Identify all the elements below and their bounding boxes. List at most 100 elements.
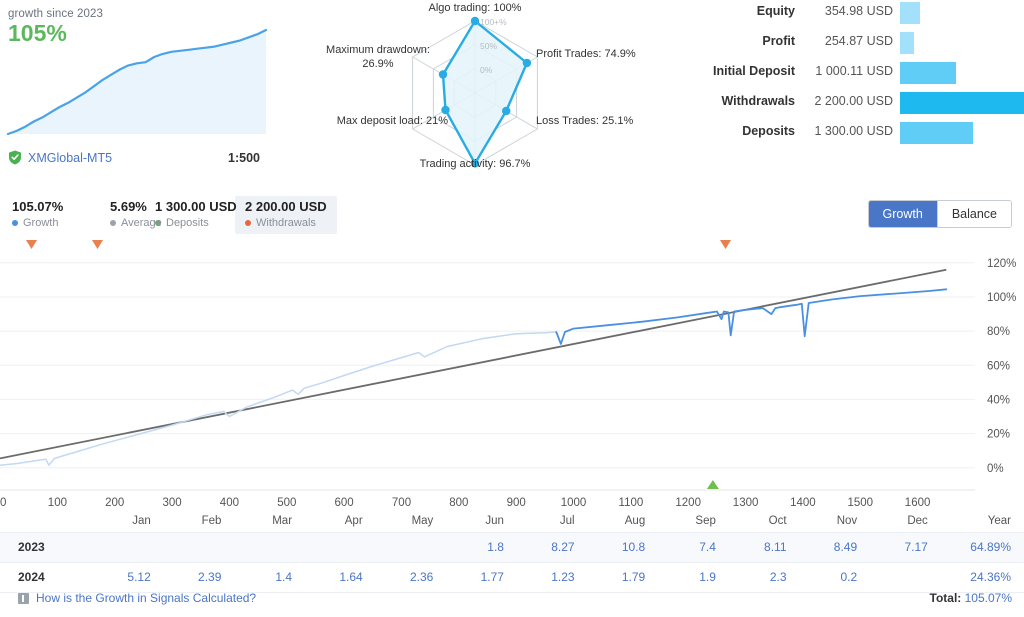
leverage-value: 1:500 — [228, 151, 260, 165]
table-cell-month — [231, 532, 302, 562]
legend-color-dot — [110, 220, 116, 226]
broker-row: XMGlobal-MT5 1:500 — [0, 150, 272, 172]
table-cell-month: 7.4 — [699, 540, 716, 554]
table-header-cell: Mar — [272, 514, 293, 527]
svg-text:80%: 80% — [987, 326, 1010, 338]
svg-text:100: 100 — [48, 497, 67, 509]
table-header-cell: Dec — [907, 514, 928, 527]
legend-name: Average — [110, 217, 162, 229]
svg-text:400: 400 — [220, 497, 239, 509]
radar-label-profit-trades: Profit Trades: 74.9% — [536, 48, 636, 60]
stat-bar-track — [900, 122, 1024, 144]
svg-text:200: 200 — [105, 497, 124, 509]
stat-bar-track — [900, 92, 1024, 114]
summary-top-row: growth since 2023 105% XMGlobal-MT5 1:50… — [0, 0, 1024, 186]
stat-row: Profit 254.87 USD — [700, 32, 1024, 54]
table-cell-month: 7.17 — [904, 540, 928, 554]
tab-growth[interactable]: Growth — [868, 201, 937, 227]
legend-value: 5.69% — [110, 199, 147, 214]
broker-name: XMGlobal-MT5 — [28, 150, 113, 165]
account-stats-bars: Equity 354.98 USD Profit 254.87 USD Initial … — [700, 2, 1024, 168]
table-cell-month: 1.8 — [487, 540, 504, 554]
stat-row: Deposits 1 300.00 USD — [700, 122, 1024, 144]
table-header-cell: Oct — [768, 514, 787, 527]
monthly-growth-table: Jan Feb Mar Apr May Jun Jul Aug Sep Oct Nov Dec Year… — [0, 510, 1024, 593]
table-header-cell: Year — [987, 514, 1011, 527]
svg-text:60%: 60% — [987, 360, 1010, 372]
stat-value: 1 000.11 USD — [815, 64, 893, 78]
legend-series-label: Average — [121, 217, 162, 229]
stat-label: Withdrawals — [721, 94, 795, 108]
svg-text:1200: 1200 — [675, 497, 701, 509]
legend-series-label: Deposits — [166, 217, 209, 229]
svg-text:600: 600 — [335, 497, 354, 509]
svg-text:500: 500 — [277, 497, 296, 509]
stat-label: Initial Deposit — [713, 64, 795, 78]
table-cell-month — [90, 532, 161, 562]
table-header-cell: Jan — [132, 514, 151, 527]
legend-item-withdrawals[interactable]: 2 200.00 USD Withdrawals — [235, 196, 337, 234]
legend-series-label: Growth — [23, 217, 59, 229]
verified-shield-icon — [8, 150, 22, 165]
legend-name: Growth — [12, 217, 63, 229]
growth-line-chart[interactable]: 0% 20% 40% 60% 80% 100% 120% 0 100 200 300 400 500 60… — [0, 238, 1024, 510]
help-link-label: How is the Growth in Signals Calculated? — [36, 591, 257, 605]
signal-statistics-page: growth since 2023 105% XMGlobal-MT5 1:50… — [0, 0, 1024, 617]
radar-label-loss-trades: Loss Trades: 25.1% — [536, 115, 634, 127]
stat-label: Profit — [762, 34, 795, 48]
stat-bar-track — [900, 2, 1024, 24]
stat-bar-fill — [900, 122, 974, 144]
table-header-cell: Nov — [836, 514, 858, 527]
stat-row: Equity 354.98 USD — [700, 2, 1024, 24]
chart-legend-row: 2 200.00 USD Withdrawals 1 300.00 USD Depos… — [0, 196, 1024, 236]
stat-bar-track — [900, 32, 1024, 54]
stat-row: Withdrawals 2 200.00 USD — [700, 92, 1024, 114]
stat-value: 254.87 USD — [824, 34, 893, 48]
chart-mode-toggle[interactable]: Growth Balance — [867, 200, 1012, 228]
growth-percent-value: 105% — [8, 20, 67, 46]
radar-label-maximum-drawdown: Maximum drawdown: 26.9% — [326, 44, 430, 70]
total-growth: Total: 105.07% — [930, 591, 1013, 605]
legend-item-average[interactable]: 5.69% Average — [100, 196, 172, 234]
svg-text:300: 300 — [163, 497, 182, 509]
table-header-cell: Jun — [485, 514, 504, 527]
table-cell-year-total: 64.89% — [970, 540, 1011, 554]
table-cell-month: 10.8 — [621, 540, 646, 554]
radar-label-trading-activity: Trading activity: 96.7% — [419, 158, 531, 170]
tab-balance[interactable]: Balance — [936, 201, 1011, 227]
growth-calculation-help-link[interactable]: How is the Growth in Signals Calculated? — [18, 591, 256, 605]
svg-text:800: 800 — [449, 497, 468, 509]
radar-label-algo-trading: Algo trading: 100% — [428, 2, 522, 14]
table-cell-month — [373, 532, 444, 562]
table-body: 2023 1.8 8.27 10.8 7.4 8.11 8.49 7.17 64.89% 2024… — [0, 532, 1024, 592]
stat-bar-track — [900, 62, 1024, 84]
legend-item-growth[interactable]: 105.07% Growth — [2, 196, 73, 234]
stat-bar-fill — [900, 92, 1024, 114]
stat-bar-fill — [900, 62, 957, 84]
svg-text:20%: 20% — [987, 429, 1010, 441]
table-cell-month — [161, 532, 232, 562]
svg-text:0: 0 — [0, 497, 6, 509]
stat-value: 1 300.00 USD — [814, 124, 893, 138]
table-cell-month: 8.27 — [551, 540, 575, 554]
table-cell-month: 8.11 — [764, 540, 787, 554]
table-cell-year: 2023 — [18, 540, 45, 554]
table-cell-month: 8.49 — [833, 540, 858, 554]
stat-bar-fill — [900, 32, 915, 54]
table-footer: How is the Growth in Signals Calculated?… — [0, 587, 1024, 613]
svg-text:1600: 1600 — [905, 497, 931, 509]
svg-text:0%: 0% — [480, 65, 493, 75]
svg-text:700: 700 — [392, 497, 411, 509]
legend-name: Withdrawals — [245, 217, 327, 229]
svg-text:900: 900 — [507, 497, 526, 509]
book-icon — [18, 592, 29, 604]
svg-text:100+%: 100+% — [480, 17, 507, 27]
radar-label-max-deposit-load: Max deposit load: 21% — [336, 115, 448, 127]
stat-value: 2 200.00 USD — [814, 94, 893, 108]
svg-text:0%: 0% — [987, 463, 1004, 475]
svg-text:1100: 1100 — [619, 497, 644, 509]
broker-info[interactable]: XMGlobal-MT5 — [8, 150, 112, 165]
stat-bar-fill — [900, 2, 920, 24]
svg-text:100%: 100% — [987, 292, 1016, 304]
growth-since-label: growth since 2023 — [8, 8, 104, 20]
